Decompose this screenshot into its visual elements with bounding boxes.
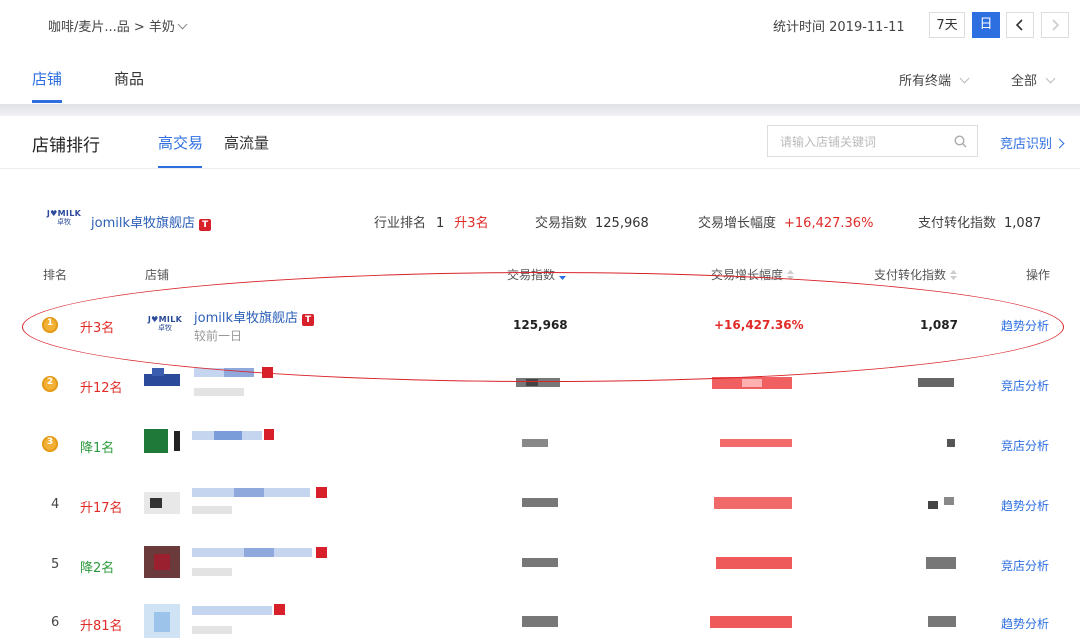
conversion-label: 支付转化指数: [918, 216, 997, 231]
chevron-right-icon: [1054, 138, 1065, 149]
pixelated-shop-info: [144, 604, 285, 638]
th-conversion[interactable]: 支付转化指数: [874, 266, 958, 283]
rival-identify-link[interactable]: 竞店识别: [1000, 133, 1065, 152]
chevron-left-icon: [1016, 19, 1023, 31]
rank-change: 升81名: [80, 619, 123, 634]
bronze-medal-icon: 3: [42, 436, 58, 452]
search-icon[interactable]: [954, 135, 967, 148]
terminal-dropdown[interactable]: 所有终端: [899, 70, 970, 89]
growth-value: +16,427.36%: [784, 216, 874, 231]
rival-analysis-link[interactable]: 竞店分析: [1001, 377, 1049, 394]
rival-identify-label: 竞店识别: [1000, 137, 1053, 152]
medal-number: 2: [46, 377, 54, 387]
chevron-down-icon: [959, 73, 970, 84]
rank-number: 5: [51, 557, 60, 572]
section-gap: [0, 104, 1080, 116]
rank-change: 降2名: [80, 561, 115, 576]
rank-change: 升12名: [80, 381, 123, 396]
tab-product[interactable]: 商品: [114, 68, 144, 89]
rank-change: 升17名: [80, 501, 123, 516]
logo-subtext: 卓牧: [57, 218, 71, 226]
rank-change: 降1名: [80, 441, 115, 456]
summary-shop-name-text: jomilk卓牧旗舰店: [91, 216, 195, 231]
highlight-ellipse: [22, 272, 1064, 382]
pixelated-conversion-index: [947, 439, 955, 447]
summary-growth: 交易增长幅度 +16,427.36%: [698, 212, 873, 231]
pixelated-growth-rate: [714, 497, 792, 509]
summary-rank: 行业排名 1 升3名: [374, 212, 489, 231]
next-date-button[interactable]: [1041, 12, 1069, 38]
silver-medal-icon: 2: [42, 376, 58, 392]
medal-number: 3: [46, 437, 54, 447]
logo-text: J♥MILK: [46, 209, 82, 218]
summary-trade: 交易指数 125,968: [535, 212, 649, 231]
subtab-high-trade[interactable]: 高交易: [158, 132, 203, 153]
trend-analysis-link[interactable]: 趋势分析: [1001, 497, 1049, 514]
scope-dropdown[interactable]: 全部: [1011, 70, 1056, 89]
rival-analysis-link[interactable]: 竞店分析: [1001, 557, 1049, 574]
chevron-down-icon: [177, 19, 188, 30]
pixelated-conversion-index: [928, 616, 956, 627]
th-shop: 店铺: [145, 268, 170, 282]
pixelated-trade-index: [522, 498, 558, 507]
rank-number: 4: [51, 497, 60, 512]
pixelated-conversion-index: [926, 557, 956, 569]
pixelated-growth-rate: [716, 557, 792, 569]
chevron-down-icon: [1045, 73, 1056, 84]
terminal-dropdown-label: 所有终端: [899, 74, 952, 89]
pixelated-trade-index: [522, 616, 558, 627]
subtab-high-traffic[interactable]: 高流量: [224, 132, 269, 153]
breadcrumb[interactable]: 咖啡/麦片...品 > 羊奶: [48, 16, 188, 35]
summary-shop-name[interactable]: jomilk卓牧旗舰店 T: [91, 212, 212, 231]
pixelated-conversion-index: [928, 497, 954, 509]
growth-label: 交易增长幅度: [698, 216, 777, 231]
pixelated-conversion-index: [918, 378, 954, 387]
shop-search-box[interactable]: [767, 125, 978, 157]
period-7days-button[interactable]: 7天: [929, 12, 965, 38]
pixelated-trade-index: [522, 558, 558, 567]
rank-value: 1: [436, 216, 445, 231]
rank-change: 升3名: [454, 216, 489, 231]
trade-label: 交易指数: [535, 216, 588, 231]
summary-conversion: 支付转化指数 1,087: [918, 212, 1041, 231]
prev-date-button[interactable]: [1006, 12, 1034, 38]
stat-time: 统计时间 2019-11-11: [773, 20, 905, 35]
scope-dropdown-label: 全部: [1011, 74, 1038, 89]
pixelated-shop-info: [144, 546, 327, 578]
rank-label: 行业排名: [374, 216, 427, 231]
tmall-badge: T: [199, 219, 212, 231]
pixelated-shop-info: [144, 487, 327, 514]
divider: [0, 168, 1080, 169]
search-input[interactable]: [778, 132, 952, 152]
pixelated-growth-rate: [720, 439, 792, 447]
tab-shop[interactable]: 店铺: [32, 68, 62, 89]
conversion-value: 1,087: [1004, 216, 1042, 231]
rank-number: 6: [51, 615, 60, 630]
pixelated-shop-info: [144, 429, 274, 453]
sort-icon[interactable]: [950, 270, 958, 280]
th-rank: 排名: [43, 268, 68, 282]
breadcrumb-text: 咖啡/麦片...品 > 羊奶: [48, 20, 175, 35]
pixelated-growth-rate: [710, 616, 792, 628]
pixelated-trade-index: [522, 439, 548, 447]
chevron-right-icon: [1052, 19, 1059, 31]
trend-analysis-link[interactable]: 趋势分析: [1001, 615, 1049, 632]
period-day-button[interactable]: 日: [972, 12, 1000, 38]
tab-active-indicator: [32, 100, 62, 103]
shop-logo: J♥MILK 卓牧: [44, 209, 84, 231]
trade-value: 125,968: [595, 216, 649, 231]
panel-title: 店铺排行: [32, 136, 100, 156]
th-action: 操作: [1026, 268, 1051, 282]
th-conversion-label: 支付转化指数: [874, 268, 947, 282]
rival-analysis-link[interactable]: 竞店分析: [1001, 437, 1049, 454]
